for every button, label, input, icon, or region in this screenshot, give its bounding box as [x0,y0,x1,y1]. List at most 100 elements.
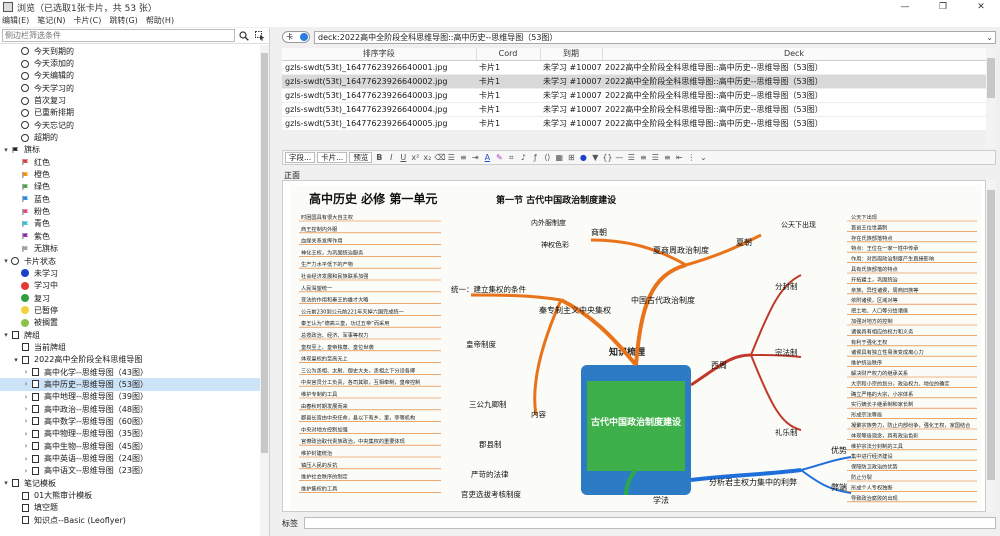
table-row[interactable]: gzls-swdt(53t)_1647762392664000​3.jpg 卡片1… [282,88,986,103]
menu-help[interactable]: 帮助(H) [146,15,174,26]
sidebar-item[interactable]: 当前牌组 [0,341,260,353]
grid-icon[interactable]: ⊞ [566,152,576,163]
sidebar-item[interactable]: ▾ 牌组 [0,329,260,341]
list-unordered-icon[interactable]: ☰ [446,152,456,163]
editor-scrollbar[interactable] [986,180,996,512]
expand-arrow-icon[interactable]: ▾ [2,331,10,339]
cards-button[interactable]: 卡片... [317,152,348,163]
preview-button[interactable]: 预览 [349,152,373,163]
sidebar-item[interactable]: › 高中物理--思维导图（35图） [0,428,260,440]
table-icon[interactable]: ▦ [554,152,564,163]
sidebar-item[interactable]: 超期的 [0,131,260,143]
minimize-button[interactable]: — [886,2,924,12]
table-scrollbar[interactable] [986,48,996,148]
table-row[interactable]: gzls-swdt(53t)_1647762392664000​2.jpg 卡片1… [282,74,986,89]
triangle-icon[interactable]: ▼ [590,152,600,163]
sidebar-item[interactable]: 首次复习 [0,94,260,106]
expand-arrow-icon[interactable]: › [22,405,30,413]
sidebar-item[interactable]: › 高中地理--思维导图（39图） [0,391,260,403]
sidebar-item[interactable]: 紫色 [0,230,260,242]
table-row[interactable]: gzls-swdt(53t)_1647762392664000​1.jpg 卡片1… [282,60,986,75]
html-editor-icon[interactable]: ⟨⟩ [542,152,552,163]
italic-icon[interactable]: I [386,152,396,163]
align-left-icon[interactable]: ☰ [626,152,636,163]
text-color-icon[interactable]: A [482,152,492,163]
sidebar-item[interactable]: 01大熊审计模板 [0,489,260,501]
expand-arrow-icon[interactable]: ▾ [2,257,10,265]
expand-arrow-icon[interactable]: › [22,393,30,401]
cards-notes-toggle[interactable]: 卡 [282,31,310,43]
sidebar-item[interactable]: ▾ 卡片状态 [0,255,260,267]
menu-edit[interactable]: 编辑(E) [2,15,29,26]
sidebar-item[interactable]: 粉色 [0,205,260,217]
indent-icon[interactable]: ⇥ [470,152,480,163]
sidebar-item[interactable]: 红色 [0,156,260,168]
expand-arrow-icon[interactable]: ▾ [2,479,10,487]
sidebar-item[interactable]: 橙色 [0,168,260,180]
tags-input[interactable] [304,517,996,529]
more-icon[interactable]: ⋮ [686,152,696,163]
sidebar-filter-input[interactable] [2,29,235,42]
superscript-icon[interactable]: x² [410,152,420,163]
sidebar-item[interactable]: 未学习 [0,267,260,279]
close-button[interactable]: ✕ [962,2,1000,12]
justify-icon[interactable]: ≡ [662,152,672,163]
sidebar-item[interactable]: 今天添加的 [0,57,260,69]
expand-arrow-icon[interactable]: › [22,368,30,376]
sidebar-item[interactable]: › 高中数学--思维导图（60图） [0,415,260,427]
table-row[interactable]: gzls-swdt(53t)_1647762392664000​5.jpg 卡片1… [282,116,986,131]
function-icon[interactable]: ƒ [530,152,540,163]
sidebar-item[interactable]: 填空题 [0,502,260,514]
expand-arrow-icon[interactable]: ▾ [2,146,10,154]
hr-icon[interactable]: — [614,152,624,163]
column-header-card[interactable]: Cord [476,48,541,61]
menu-go[interactable]: 跳转(G) [109,15,137,26]
sidebar-item[interactable]: 已重新排期 [0,107,260,119]
align-right-icon[interactable]: ☰ [650,152,660,163]
expand-icon[interactable]: ⌄ [698,152,708,163]
sidebar-item[interactable]: 今天忘记的 [0,119,260,131]
select-tool-icon[interactable] [253,29,267,42]
fields-button[interactable]: 字段... [285,152,316,163]
expand-arrow-icon[interactable]: › [22,430,30,438]
column-header-due[interactable]: 到期 [540,48,603,61]
sidebar-item[interactable]: 蓝色 [0,193,260,205]
microphone-icon[interactable]: ♪ [518,152,528,163]
expand-arrow-icon[interactable]: › [22,467,30,475]
paperclip-icon[interactable]: ⌗ [506,152,516,163]
sidebar-item[interactable]: ▾ 笔记模板 [0,477,260,489]
braces-icon[interactable]: {} [602,152,612,163]
search-input[interactable]: deck:2022高中全阶段全科思维导图::高中历史--思维导图（53图） ⌄ [314,30,996,44]
column-header-sort-field[interactable]: 排序字段 [282,48,477,61]
underline-icon[interactable]: U [398,152,408,163]
maximize-button[interactable]: ❐ [924,2,962,12]
sidebar-item[interactable]: › 高中生物--思维导图（45图） [0,440,260,452]
sidebar-item[interactable]: 绿色 [0,181,260,193]
chevron-down-icon[interactable]: ⌄ [986,32,993,43]
sidebar-item[interactable]: ▾ 2022高中全阶段全科思维导图 [0,354,260,366]
sidebar-item[interactable]: ▾ 旗标 [0,144,260,156]
subscript-icon[interactable]: x₂ [422,152,432,163]
list-ordered-icon[interactable]: ≡ [458,152,468,163]
sidebar-item[interactable]: › 高中语文--思维导图（23图） [0,465,260,477]
expand-arrow-icon[interactable]: › [22,417,30,425]
sidebar-item[interactable]: 青色 [0,218,260,230]
highlight-icon[interactable]: ✎ [494,152,504,163]
sidebar-item[interactable]: 今天编辑的 [0,70,260,82]
column-header-deck[interactable]: Deck [602,48,987,61]
sidebar-item[interactable]: 复习 [0,292,260,304]
sidebar-item[interactable]: 被搁置 [0,317,260,329]
expand-arrow-icon[interactable]: › [22,380,30,388]
sidebar-item[interactable]: 已暂停 [0,304,260,316]
sidebar-item[interactable]: › 高中历史--思维导图（53图） [0,378,260,391]
sidebar-item[interactable]: 今天到期的 [0,45,260,57]
sidebar-item[interactable]: 今天学习的 [0,82,260,94]
search-icon[interactable] [237,29,251,42]
outdent-icon[interactable]: ⇤ [674,152,684,163]
sidebar-item[interactable]: 知识点--Basic (Leoflyer) [0,514,260,526]
eraser-icon[interactable]: ⌫ [434,152,445,163]
menu-cards[interactable]: 卡片(C) [74,15,102,26]
sidebar-scrollbar[interactable] [260,45,269,536]
table-row[interactable]: gzls-swdt(53t)_1647762392664000​4.jpg 卡片1… [282,102,986,117]
color-dot-icon[interactable]: ● [578,152,588,163]
